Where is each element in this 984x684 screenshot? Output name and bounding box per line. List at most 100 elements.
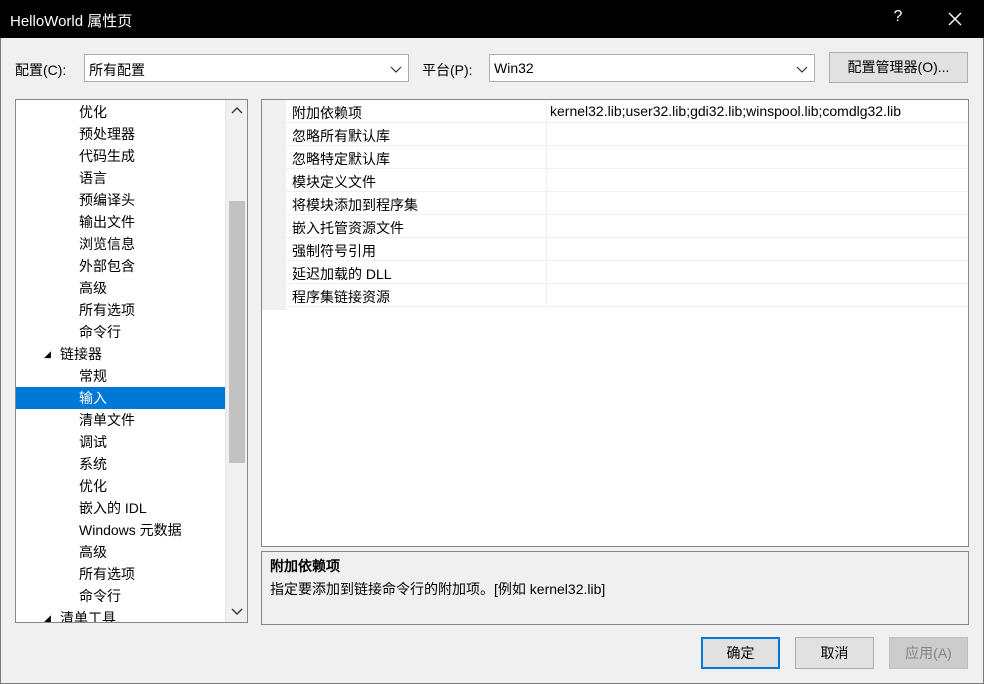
tree-item[interactable]: 输出文件 [16,211,225,233]
config-dropdown[interactable]: 所有配置 [84,54,409,82]
tree-item-label: 嵌入的 IDL [79,500,147,516]
tree-item[interactable]: 语言 [16,167,225,189]
tree-item[interactable]: 常规 [16,365,225,387]
tree-item[interactable]: 预编译头 [16,189,225,211]
column-divider [546,123,547,146]
tree-item[interactable]: 嵌入的 IDL [16,497,225,519]
property-name: 强制符号引用 [292,243,376,259]
property-row[interactable]: 忽略特定默认库 [286,146,968,169]
property-name: 忽略所有默认库 [292,128,390,144]
tree-item-label: 输入 [79,390,107,406]
column-divider [546,215,547,238]
config-dropdown-value: 所有配置 [89,62,145,78]
cancel-button[interactable]: 取消 [795,637,874,669]
tree-item[interactable]: 优化 [16,101,225,123]
config-manager-button[interactable]: 配置管理器(O)... [829,52,968,83]
tree-item-label: 清单工具 [60,610,116,623]
category-tree[interactable]: 优化 预处理器 代码生成 语言 预编译头 输出文件 浏览信息 外部包含 高级 所有选项 命令行 ◢ 链接… [15,99,248,623]
tree-item[interactable]: 命令行 [16,585,225,607]
property-name: 嵌入托管资源文件 [292,220,404,236]
property-row[interactable]: 强制符号引用 [286,238,968,261]
title-bar: HelloWorld 属性页 ? [0,0,984,38]
tree-item[interactable]: ◢ 链接器 [16,343,225,365]
platform-dropdown-value: Win32 [494,60,534,76]
scroll-up-icon[interactable] [230,104,244,118]
column-divider [546,146,547,169]
tree-item[interactable]: 预处理器 [16,123,225,145]
tree-item[interactable]: 外部包含 [16,255,225,277]
property-name: 程序集链接资源 [292,289,390,305]
tree-item[interactable]: 命令行 [16,321,225,343]
scroll-down-icon[interactable] [230,604,244,618]
tree-item[interactable]: 浏览信息 [16,233,225,255]
tree-item-label: 常规 [79,368,107,384]
config-label: 配置(C): [15,62,67,78]
tree-item-label: 链接器 [60,346,102,362]
tree-item-label: 高级 [79,280,107,296]
tree-item[interactable]: ◢ 清单工具 [16,607,225,623]
tree-item[interactable]: 调试 [16,431,225,453]
property-name: 将模块添加到程序集 [292,197,418,213]
tree-item-label: 系统 [79,456,107,472]
property-row[interactable]: 附加依赖项 kernel32.lib;user32.lib;gdi32.lib;w… [286,100,968,123]
expand-triangle-icon[interactable]: ◢ [44,343,51,365]
property-name: 忽略特定默认库 [292,151,390,167]
column-divider [546,100,547,123]
tree-item-label: 所有选项 [79,302,135,318]
tree-item[interactable]: 所有选项 [16,299,225,321]
tree-item-label: 预处理器 [79,126,135,142]
tree-item[interactable]: Windows 元数据 [16,519,225,541]
property-row[interactable]: 程序集链接资源 [286,284,968,307]
column-divider [546,284,547,307]
window-title: HelloWorld 属性页 [10,13,133,30]
description-title: 附加依赖项 [270,558,340,574]
tree-item-label: Windows 元数据 [79,522,182,538]
chevron-down-icon [796,66,808,73]
tree-item-label: 所有选项 [79,566,135,582]
tree-item-label: 代码生成 [79,148,135,164]
tree-item-label: 语言 [79,170,107,186]
tree-item[interactable]: 系统 [16,453,225,475]
property-grid: 附加依赖项 kernel32.lib;user32.lib;gdi32.lib;w… [261,99,969,547]
tree-item-label: 预编译头 [79,192,135,208]
tree-scrollbar[interactable] [225,100,247,622]
property-row[interactable]: 模块定义文件 [286,169,968,192]
tree-item[interactable]: 高级 [16,541,225,563]
scrollbar-thumb[interactable] [229,201,245,463]
ok-button[interactable]: 确定 [701,637,780,669]
property-row[interactable]: 忽略所有默认库 [286,123,968,146]
tree-item-label: 命令行 [79,588,121,604]
tree-item-label: 清单文件 [79,412,135,428]
tree-item-label: 高级 [79,544,107,560]
column-divider [546,169,547,192]
close-icon[interactable] [940,4,970,34]
tree-item-label: 调试 [79,434,107,450]
description-text: 指定要添加到链接命令行的附加项。[例如 kernel32.lib] [270,581,606,597]
property-value[interactable]: kernel32.lib;user32.lib;gdi32.lib;winspo… [550,103,968,119]
property-name: 附加依赖项 [292,105,362,121]
tree-item[interactable]: 清单文件 [16,409,225,431]
column-divider [546,192,547,215]
platform-label: 平台(P): [422,62,473,78]
property-row[interactable]: 延迟加载的 DLL [286,261,968,284]
tree-item-label: 命令行 [79,324,121,340]
tree-item[interactable]: 代码生成 [16,145,225,167]
chevron-down-icon [390,66,402,73]
tree-item[interactable]: 输入 [16,387,225,409]
property-name: 模块定义文件 [292,174,376,190]
property-row[interactable]: 嵌入托管资源文件 [286,215,968,238]
tree-item[interactable]: 优化 [16,475,225,497]
expand-triangle-icon[interactable]: ◢ [44,607,51,622]
tree-item-label: 优化 [79,478,107,494]
platform-dropdown[interactable]: Win32 [489,54,815,82]
tree-item-label: 输出文件 [79,214,135,230]
tree-item-label: 外部包含 [79,258,135,274]
help-button[interactable]: ? [888,8,908,30]
property-name: 延迟加载的 DLL [292,266,392,282]
apply-button[interactable]: 应用(A) [889,637,968,669]
description-panel: 附加依赖项 指定要添加到链接命令行的附加项。[例如 kernel32.lib] [261,551,969,625]
tree-item[interactable]: 所有选项 [16,563,225,585]
tree-item[interactable]: 高级 [16,277,225,299]
tree-item-label: 浏览信息 [79,236,135,252]
property-row[interactable]: 将模块添加到程序集 [286,192,968,215]
